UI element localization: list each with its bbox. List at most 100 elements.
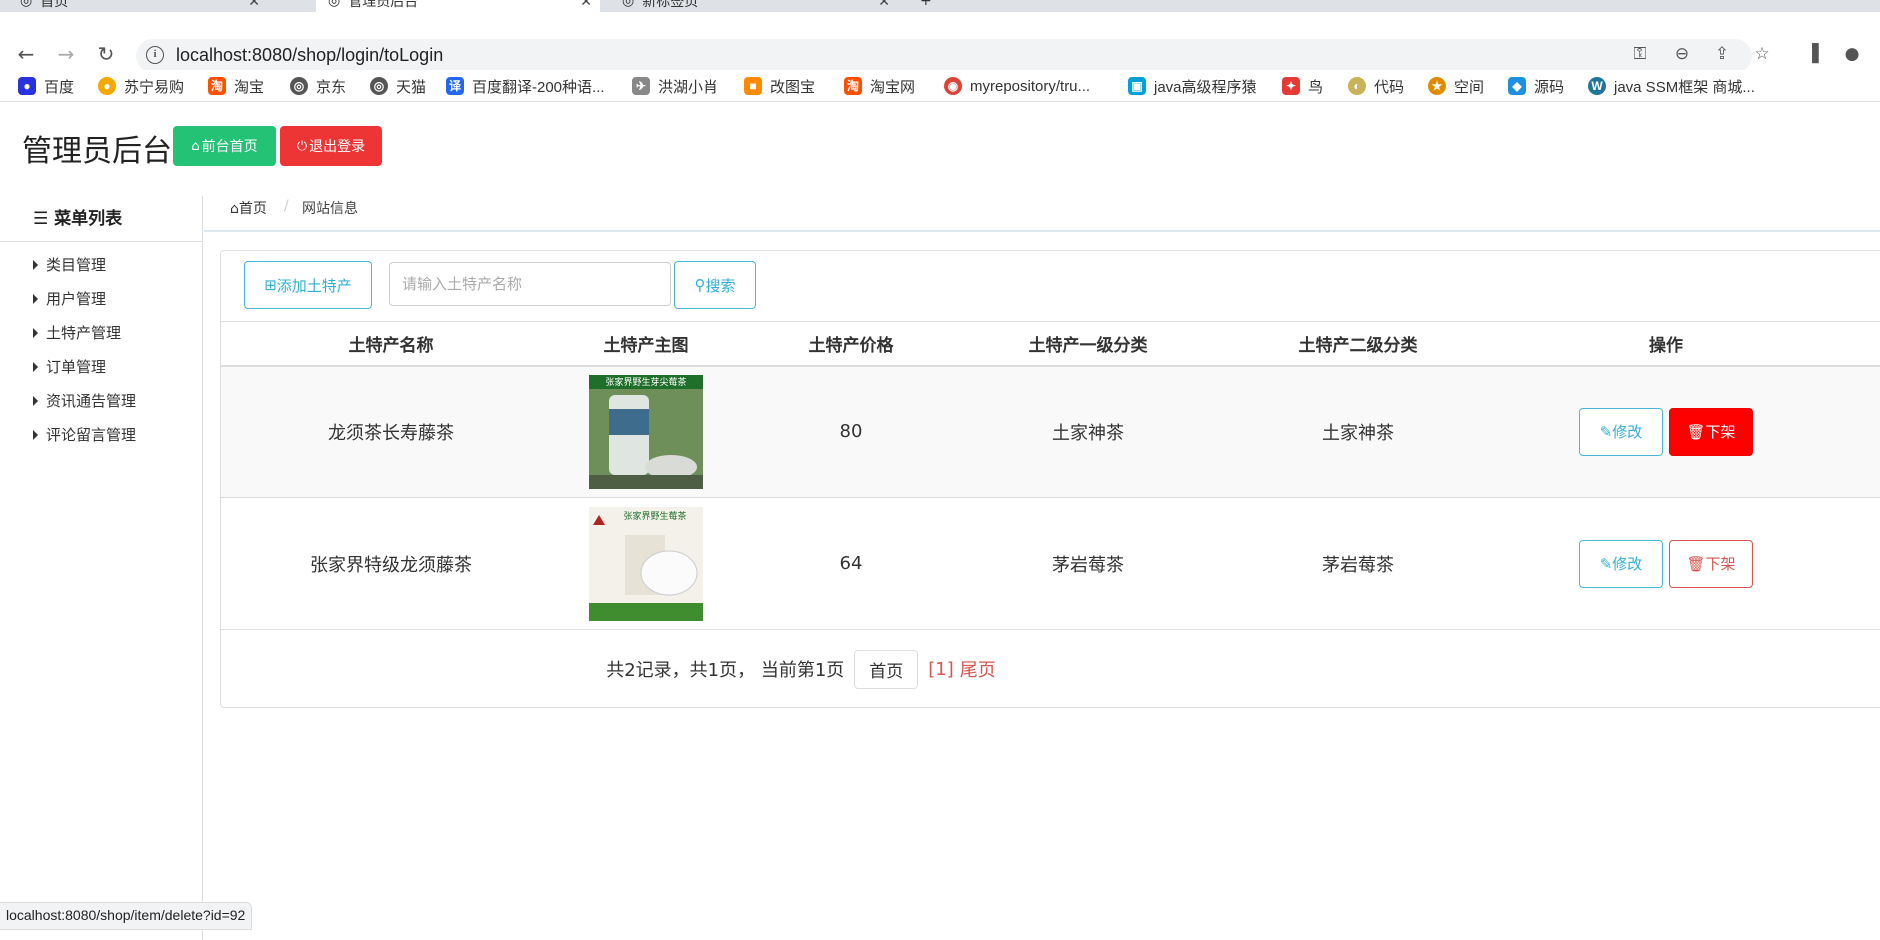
bookmark-star-icon[interactable]: ☆ bbox=[1750, 42, 1774, 66]
product-price: 64 bbox=[731, 497, 971, 630]
bookmark-item[interactable]: ◉ myrepository/tru... bbox=[944, 74, 1090, 98]
reload-icon[interactable]: ↻ bbox=[94, 42, 118, 66]
table-row: 龙须茶长寿藤茶 张家界野生芽尖莓茶 80 土家神茶 土家神茶 ✎修改 🗑下架 bbox=[221, 365, 1880, 498]
product-category-2: 茅岩莓茶 bbox=[1205, 497, 1511, 630]
bookmark-item[interactable]: 译百度翻译-200种语... bbox=[446, 74, 605, 98]
sidebar-item-orders[interactable]: 订单管理 bbox=[33, 356, 106, 377]
product-table: 土特产名称 土特产主图 土特产价格 土特产一级分类 土特产二级分类 操作 龙须茶… bbox=[221, 321, 1880, 630]
sidebar-item-category[interactable]: 类目管理 bbox=[33, 254, 106, 275]
browser-tab-home[interactable]: ◎ 首页 ✕ bbox=[20, 0, 260, 12]
translate-icon: 译 bbox=[446, 77, 464, 95]
home-icon: ⌂ bbox=[191, 138, 200, 154]
product-image[interactable]: 张家界野生莓茶 bbox=[589, 506, 703, 621]
product-category-1: 茅岩莓茶 bbox=[971, 497, 1205, 630]
bookmark-item[interactable]: ◐ 代码 bbox=[1348, 74, 1404, 98]
close-icon[interactable]: ✕ bbox=[248, 0, 260, 10]
browser-tab-admin[interactable]: ◎ 管理员后台 ✕ bbox=[316, 0, 600, 12]
sidebar-item-users[interactable]: 用户管理 bbox=[33, 288, 106, 309]
sidebar-item-products[interactable]: 土特产管理 bbox=[33, 322, 121, 343]
sidebar: ☰ 菜单列表 类目管理 用户管理 土特产管理 订单管理 资讯通告管理 评论留言管… bbox=[0, 196, 203, 940]
breadcrumb: ⌂首页 / 网站信息 bbox=[204, 196, 1880, 232]
product-category-2: 土家神茶 bbox=[1205, 365, 1511, 498]
page-number-link[interactable]: [1] bbox=[928, 659, 954, 680]
suning-lion-icon: ● bbox=[98, 77, 116, 95]
bookmark-item[interactable]: ★ 空间 bbox=[1428, 74, 1484, 98]
bookmark-item[interactable]: ● 苏宁易购 bbox=[98, 74, 184, 98]
trash-icon: 🗑 bbox=[1686, 554, 1706, 573]
globe-icon: ◎ bbox=[370, 77, 388, 95]
key-icon[interactable]: ⚿ bbox=[1628, 42, 1652, 66]
power-icon: ⏻ bbox=[296, 138, 308, 154]
qzone-icon: ★ bbox=[1428, 77, 1446, 95]
column-header: 土特产一级分类 bbox=[971, 321, 1205, 367]
bookmark-item[interactable]: ✈ 洪湖小肖 bbox=[632, 74, 718, 98]
bookmark-item[interactable]: ● 百度 bbox=[18, 74, 74, 98]
bookmarks-bar: ● 百度 ● 苏宁易购 淘淘宝 ◎ 京东 ◎ 天猫 译百度翻译-200种语... ✈ 洪湖… bbox=[0, 70, 1880, 102]
caret-right-icon bbox=[33, 259, 38, 270]
baidu-paw-icon: ● bbox=[18, 77, 36, 95]
new-tab-icon[interactable]: + bbox=[920, 0, 950, 12]
last-page-link[interactable]: 尾页 bbox=[960, 656, 996, 682]
caret-right-icon bbox=[33, 429, 38, 440]
bird-red-icon: ✦ bbox=[1282, 77, 1300, 95]
share-icon[interactable]: ⇪ bbox=[1710, 42, 1734, 66]
close-icon[interactable]: ✕ bbox=[580, 0, 592, 10]
bookmark-item[interactable]: 淘淘宝网 bbox=[844, 74, 915, 98]
page-title: 管理员后台 bbox=[22, 135, 172, 168]
breadcrumb-home[interactable]: ⌂首页 bbox=[230, 198, 267, 218]
site-info-icon[interactable]: i bbox=[146, 46, 164, 64]
back-icon[interactable]: ← bbox=[14, 42, 38, 66]
sidebar-item-news[interactable]: 资讯通告管理 bbox=[33, 390, 136, 411]
side-panel-icon[interactable]: ▐ bbox=[1800, 42, 1824, 66]
edit-button[interactable]: ✎修改 bbox=[1579, 407, 1663, 456]
search-input[interactable] bbox=[389, 262, 671, 306]
edit-icon: ✎ bbox=[1599, 554, 1613, 573]
globe-icon: ◎ bbox=[328, 0, 341, 9]
pagination: 共2记录，共1页， 当前第1页 首页 [1] 尾页 bbox=[221, 649, 1381, 689]
take-down-button[interactable]: 🗑下架 bbox=[1669, 407, 1753, 456]
bilibili-icon: ▣ bbox=[1128, 77, 1146, 95]
plus-square-icon: ⊞ bbox=[264, 276, 277, 294]
list-icon: ☰ bbox=[33, 209, 49, 229]
bookmark-item[interactable]: ▣ java高级程序猿 bbox=[1128, 74, 1257, 98]
gaitubao-icon: ■ bbox=[744, 77, 762, 95]
bookmark-item[interactable]: ■ 改图宝 bbox=[744, 74, 815, 98]
search-icon: ⚲ bbox=[694, 276, 706, 294]
logout-button[interactable]: ⏻ 退出登录 bbox=[280, 126, 382, 166]
product-panel: ⊞添加土特产 ⚲搜索 土特产名称 土特产主图 土特产价格 土特产一级分类 土特产… bbox=[220, 250, 1880, 708]
sidebar-header: ☰ 菜单列表 bbox=[0, 196, 202, 242]
bookmark-item[interactable]: 淘淘宝 bbox=[208, 74, 264, 98]
profile-icon[interactable]: ● bbox=[1840, 42, 1864, 66]
tab-title: 首页 bbox=[40, 0, 69, 10]
search-button[interactable]: ⚲ 搜索 bbox=[674, 261, 756, 309]
sidebar-item-comments[interactable]: 评论留言管理 bbox=[33, 424, 136, 445]
bookmark-item[interactable]: ◎ 天猫 bbox=[370, 74, 426, 98]
first-page-button[interactable]: 首页 bbox=[854, 649, 919, 689]
caret-right-icon bbox=[33, 395, 38, 406]
column-header: 土特产价格 bbox=[731, 321, 971, 367]
caret-right-icon bbox=[33, 327, 38, 338]
frontend-home-button[interactable]: ⌂ 前台首页 bbox=[173, 126, 276, 166]
taobao-icon: 淘 bbox=[208, 77, 226, 95]
column-header: 土特产主图 bbox=[561, 321, 731, 367]
status-url: localhost:8080/shop/item/delete?id=92 bbox=[0, 902, 253, 930]
bookmark-item[interactable]: ✦ 鸟 bbox=[1282, 74, 1323, 98]
bookmark-item[interactable]: ◎ 京东 bbox=[290, 74, 346, 98]
caret-right-icon bbox=[33, 293, 38, 304]
column-header: 土特产名称 bbox=[221, 321, 561, 367]
edit-button[interactable]: ✎修改 bbox=[1579, 539, 1663, 588]
table-header-row: 土特产名称 土特产主图 土特产价格 土特产一级分类 土特产二级分类 操作 bbox=[221, 321, 1880, 367]
address-bar[interactable]: i localhost:8080/shop/login/toLogin bbox=[136, 39, 1752, 73]
bookmark-item[interactable]: ◆ 源码 bbox=[1508, 74, 1564, 98]
bookmark-item[interactable]: Wjava SSM框架 商城... bbox=[1588, 74, 1755, 98]
product-image[interactable]: 张家界野生芽尖莓茶 bbox=[589, 374, 703, 489]
forward-icon[interactable]: → bbox=[54, 42, 78, 66]
close-icon[interactable]: ✕ bbox=[878, 0, 890, 10]
image-caption: 张家界野生芽尖莓茶 bbox=[605, 376, 686, 388]
browser-tab-new[interactable]: ◎ 新标签页 ✕ bbox=[622, 0, 898, 12]
globe-icon: ◎ bbox=[290, 77, 308, 95]
zoom-icon[interactable]: ⊖ bbox=[1670, 42, 1694, 66]
url-text[interactable]: localhost:8080/shop/login/toLogin bbox=[176, 45, 443, 66]
take-down-button[interactable]: 🗑下架 bbox=[1669, 539, 1753, 588]
add-product-button[interactable]: ⊞ 添加土特产 bbox=[244, 261, 372, 309]
